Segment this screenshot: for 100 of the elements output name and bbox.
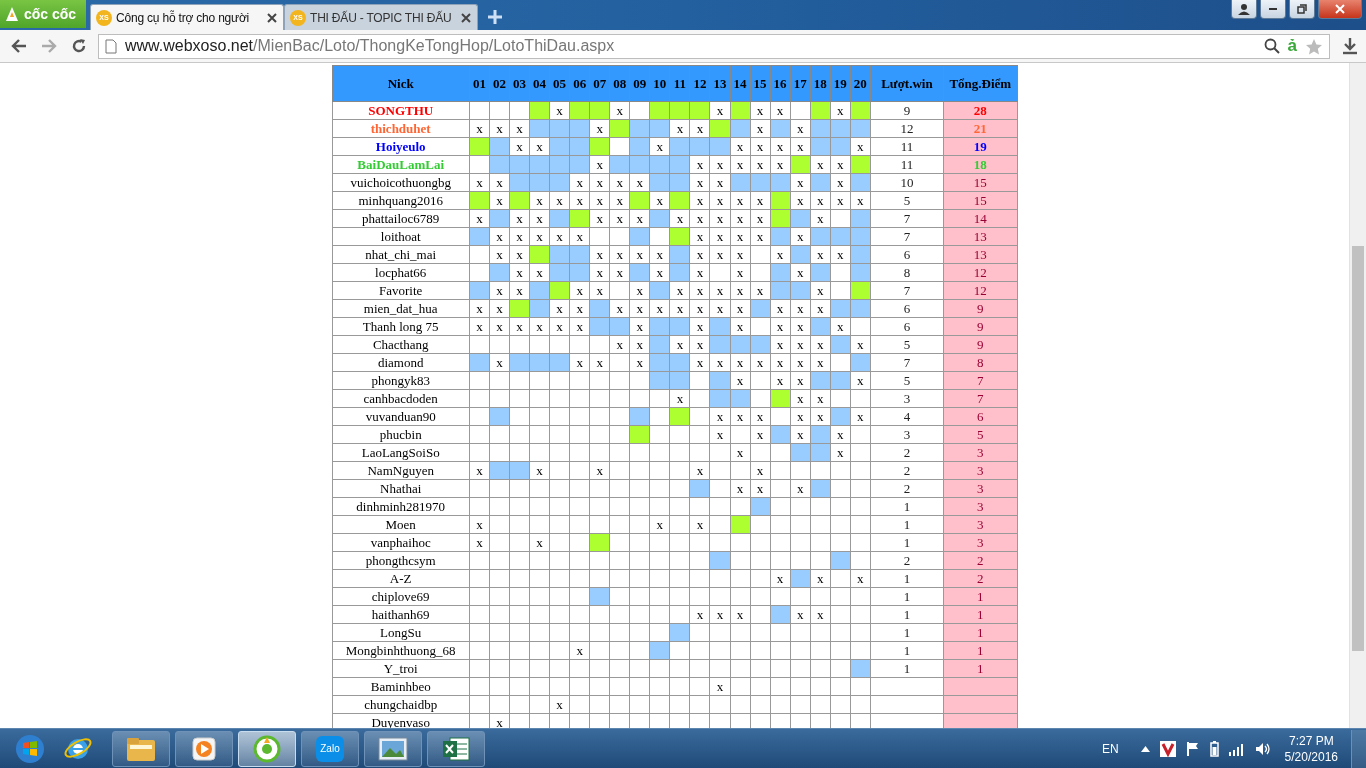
download-icon[interactable] [1342,37,1358,55]
number-cell: x [810,209,831,228]
win-count-cell: 7 [870,281,944,300]
number-cell: x [770,155,791,174]
number-cell: x [790,137,811,156]
column-header: 06 [569,65,590,102]
number-cell: x [810,191,831,210]
win-count-cell: 2 [870,443,944,462]
number-cell: x [649,137,670,156]
number-cell: x [529,191,550,210]
number-cell: x [669,209,690,228]
win-count-cell: 7 [870,209,944,228]
column-header: Tổng.Điểm [943,65,1017,102]
number-cell: x [569,281,590,300]
number-cell: x [529,533,550,552]
number-cell: x [669,281,690,300]
number-cell: x [529,227,550,246]
number-cell: x [629,245,650,264]
number-cell: x [609,101,630,120]
language-indicator[interactable]: EN [1101,741,1119,756]
caret-icon[interactable] [1140,745,1150,752]
nick-cell: A-Z [332,569,470,588]
number-cell: x [649,263,670,282]
close-icon[interactable] [461,12,471,23]
flag-icon[interactable] [1185,740,1200,757]
app-tray-icon[interactable] [1159,740,1176,757]
number-cell: x [709,209,730,228]
forward-icon [41,39,57,53]
nick-cell: diamond [332,353,470,372]
win-count-cell: 1 [870,641,944,660]
clock-time[interactable]: 7:27 PM [1288,732,1334,749]
number-cell: x [750,479,771,498]
star-icon[interactable] [1305,37,1323,55]
nick-cell: dinhminh281970 [332,497,470,516]
number-cell: x [750,353,771,372]
address-field[interactable]: www.webxoso.net/MienBac/Loto/ThongKeTongHop/LotoThiDau.aspx ả [98,33,1330,59]
win-count-cell: 5 [870,191,944,210]
number-cell: x [529,461,550,480]
number-cell: x [609,173,630,192]
number-cell: x [830,425,851,444]
number-cell: x [589,353,610,372]
scrollbar[interactable] [1349,63,1366,728]
number-cell: x [489,281,510,300]
user-button[interactable] [1231,0,1257,19]
nick-cell: vuvanduan90 [332,407,470,426]
number-cell: x [689,191,710,210]
nick-cell: Mongbinhthuong_68 [332,641,470,660]
win-count-cell: 1 [870,497,944,516]
battery-icon[interactable] [1209,740,1219,757]
number-cell: x [770,371,791,390]
number-cell: x [529,317,550,336]
restore-button[interactable] [1289,0,1315,19]
number-cell: x [469,173,490,192]
number-cell: x [709,227,730,246]
zoom-icon[interactable] [1263,38,1280,54]
win-count-cell: 1 [870,605,944,624]
number-cell: x [730,443,751,462]
nick-cell: phattailoc6789 [332,209,470,228]
reload-icon [71,38,87,54]
column-header: 15 [750,65,771,102]
number-cell: x [810,335,831,354]
column-header: 12 [689,65,710,102]
scrollbar-thumb[interactable] [1352,246,1364,651]
close-button[interactable] [1318,0,1362,19]
number-cell: x [529,137,550,156]
clock-date[interactable]: 5/20/2016 [1284,748,1338,765]
win-count-cell: 7 [870,353,944,372]
number-cell: x [830,155,851,174]
number-cell: x [750,227,771,246]
start-icon [15,733,45,764]
column-header: 01 [469,65,490,102]
number-cell: x [589,119,610,138]
number-cell: x [689,605,710,624]
taskbar-button[interactable] [427,730,485,767]
number-cell: x [730,155,751,174]
nick-cell: nhat_chi_mai [332,245,470,264]
close-icon[interactable] [267,12,277,23]
taskbar-button[interactable] [364,730,422,767]
number-cell: x [770,137,791,156]
nick-cell: Chacthang [332,335,470,354]
number-cell: x [529,263,550,282]
number-cell: x [489,317,510,336]
number-cell: x [489,227,510,246]
number-cell: x [589,155,610,174]
plus-icon[interactable] [488,10,502,24]
number-cell: x [810,281,831,300]
number-cell: x [689,155,710,174]
number-cell: x [750,155,771,174]
number-cell: x [489,119,510,138]
nick-cell: SONGTHU [332,101,470,120]
number-cell: x [770,353,791,372]
taskbar-button[interactable] [112,730,170,767]
minimize-button[interactable] [1260,0,1286,19]
number-cell: x [730,245,751,264]
number-cell: x [629,317,650,336]
signal-icon[interactable] [1228,741,1245,756]
taskbar-button[interactable] [175,730,233,767]
speaker-icon[interactable] [1254,741,1271,756]
number-cell: x [649,191,670,210]
number-cell: x [730,299,751,318]
